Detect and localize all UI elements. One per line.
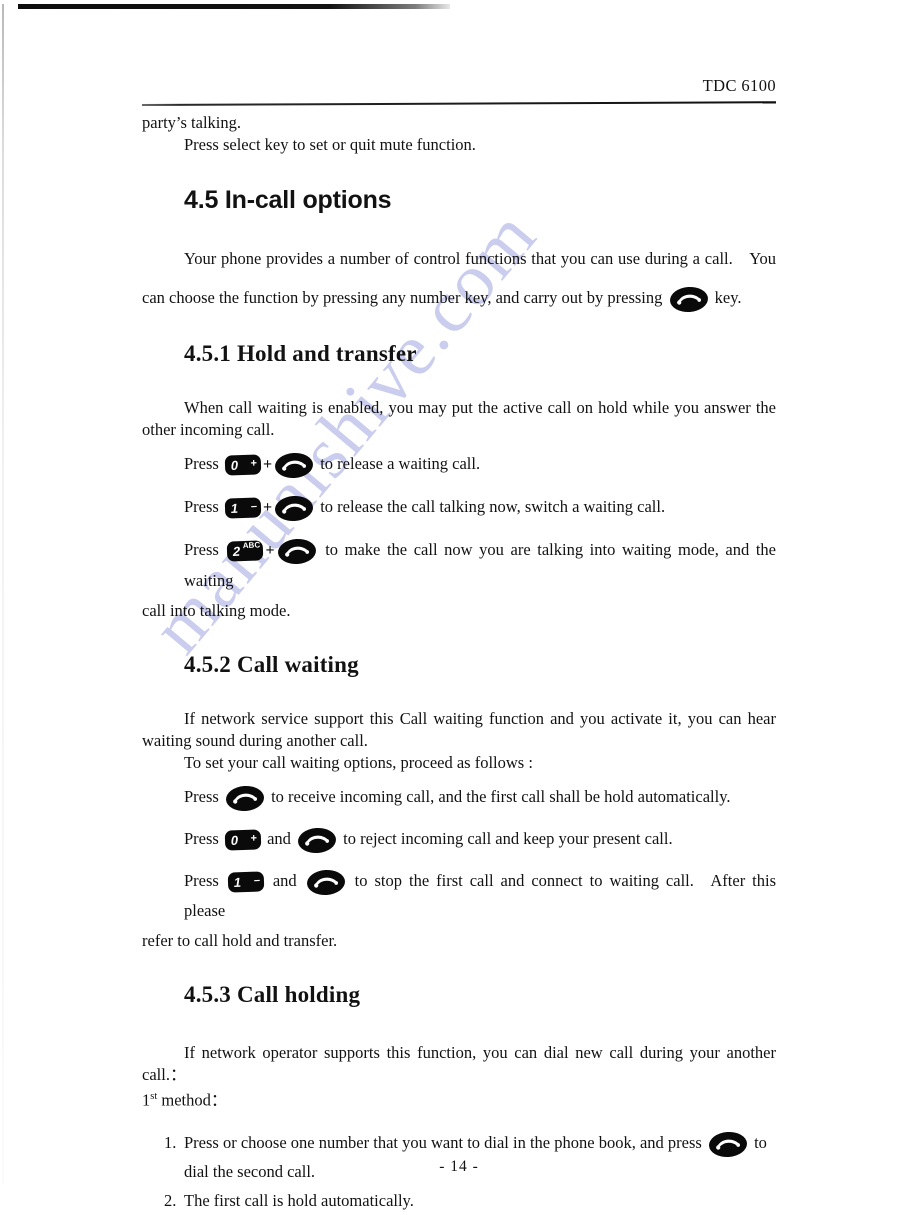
- list-item-text-before: Press or choose one number that you want…: [184, 1132, 702, 1152]
- phone-send-key-icon: [225, 784, 265, 813]
- phone-send-key-icon: [297, 826, 337, 855]
- heading-4-5: 4.5 In-call options: [184, 186, 392, 214]
- list-item-text-after: to: [754, 1132, 767, 1152]
- key-joiner: +: [262, 499, 273, 516]
- list-item-number: 1.: [164, 1132, 177, 1152]
- document-title: TDC 6100: [702, 76, 776, 95]
- key-sub-label: +: [250, 457, 258, 470]
- section-4-5-3-method: 1st method：: [142, 1086, 776, 1112]
- list-item-number: 2.: [164, 1190, 177, 1210]
- key-digit: 1: [229, 500, 240, 516]
- key-joiner: +: [265, 542, 275, 559]
- press-step: Press 1 – and to stop the first call and…: [142, 866, 776, 926]
- press-label: Press: [184, 497, 219, 516]
- phone-send-key-icon: [274, 494, 314, 523]
- list-item: 2. The first call is hold automatically.: [142, 1186, 776, 1215]
- key-joiner: and: [272, 871, 297, 890]
- press-label: Press: [184, 787, 219, 806]
- section-4-5-intro-text-2: key.: [714, 288, 742, 307]
- press-step: Press 0 + + to release a waiting call.: [142, 449, 776, 480]
- section-4-5-2-intro: If network service support this Call wai…: [142, 709, 776, 750]
- press-label: Press: [184, 454, 219, 473]
- numeric-keypad-key-icon: 1 –: [227, 871, 265, 893]
- phone-send-key-icon: [274, 451, 314, 480]
- press-step-description: to receive incoming call, and the first …: [271, 787, 731, 806]
- key-sub-letters: ABC: [243, 540, 261, 551]
- press-step: Press 2 ABC + to make the call now you a…: [142, 535, 776, 596]
- section-4-5-1-intro: When call waiting is enabled, you may pu…: [142, 398, 776, 439]
- press-step-description: to release a waiting call.: [320, 454, 481, 473]
- numeric-keypad-key-icon: 2 ABC: [227, 540, 264, 562]
- method-number: 1: [142, 1090, 151, 1110]
- page-header: TDC 6100: [142, 76, 776, 96]
- numeric-keypad-key-icon: 1 –: [224, 497, 262, 519]
- method-ordinal-suffix: st: [150, 1091, 158, 1102]
- section-4-5-intro: Your phone provides a number of control …: [142, 239, 776, 317]
- phone-send-key-icon: [276, 537, 317, 566]
- header-divider: [141, 101, 776, 106]
- press-step-description: to release the call talking now, switch …: [320, 497, 666, 516]
- press-label: Press: [184, 871, 219, 890]
- list-item: 1. Press or choose one number that you w…: [142, 1128, 776, 1186]
- key-digit: 2: [232, 543, 242, 559]
- page-footer: - 14 -: [142, 1158, 776, 1176]
- press-label: Press: [184, 540, 219, 559]
- key-sub-label: ABC: [243, 540, 261, 551]
- list-item-text: Press or choose one number that you want…: [184, 1128, 776, 1186]
- section-4-5-1-closing: call into talking mode.: [142, 601, 291, 620]
- phone-send-key-icon: [305, 868, 346, 897]
- key-digit: 0: [229, 832, 240, 848]
- phone-send-key-icon: [708, 1130, 748, 1158]
- heading-4-5-3: 4.5.3 Call holding: [184, 982, 361, 1007]
- document-page: TDC 6100 party’s talking. Press select k…: [0, 0, 918, 1210]
- key-joiner: +: [262, 456, 273, 473]
- key-digit: 1: [232, 874, 243, 890]
- key-sub-label: –: [253, 874, 261, 887]
- method-label: method：: [161, 1090, 228, 1110]
- page-number: - 14 -: [439, 1158, 479, 1175]
- section-4-5-2-closing: refer to call hold and transfer.: [142, 931, 338, 950]
- numeric-keypad-key-icon: 0 +: [224, 829, 262, 851]
- mute-instruction: Press select key to set or quit mute fun…: [184, 135, 476, 154]
- press-step: Press 0 + and to reject incoming call an…: [142, 824, 776, 855]
- key-sub-label: –: [250, 500, 258, 513]
- press-step: Press 1 – + to release the call talking …: [142, 492, 776, 523]
- section-4-5-3-intro: If network operator supports this functi…: [142, 1043, 776, 1084]
- key-sub-label: +: [250, 832, 258, 845]
- section-4-5-2-lead: To set your call waiting options, procee…: [184, 753, 533, 772]
- press-step: Press to receive incoming call, and the …: [142, 782, 776, 813]
- list-item-text: The first call is hold automatically.: [184, 1190, 414, 1210]
- carryover-paragraph: party’s talking.: [142, 113, 241, 132]
- key-joiner: and: [267, 829, 291, 848]
- phone-send-key-icon: [668, 285, 709, 314]
- press-label: Press: [184, 829, 219, 848]
- heading-4-5-1: 4.5.1 Hold and transfer: [184, 341, 417, 366]
- key-digit: 0: [229, 457, 240, 473]
- page-content: party’s talking. Press select key to set…: [142, 112, 776, 1215]
- press-step-description: to reject incoming call and keep your pr…: [343, 829, 673, 848]
- heading-4-5-2: 4.5.2 Call waiting: [184, 652, 359, 677]
- numeric-keypad-key-icon: 0 +: [224, 454, 262, 476]
